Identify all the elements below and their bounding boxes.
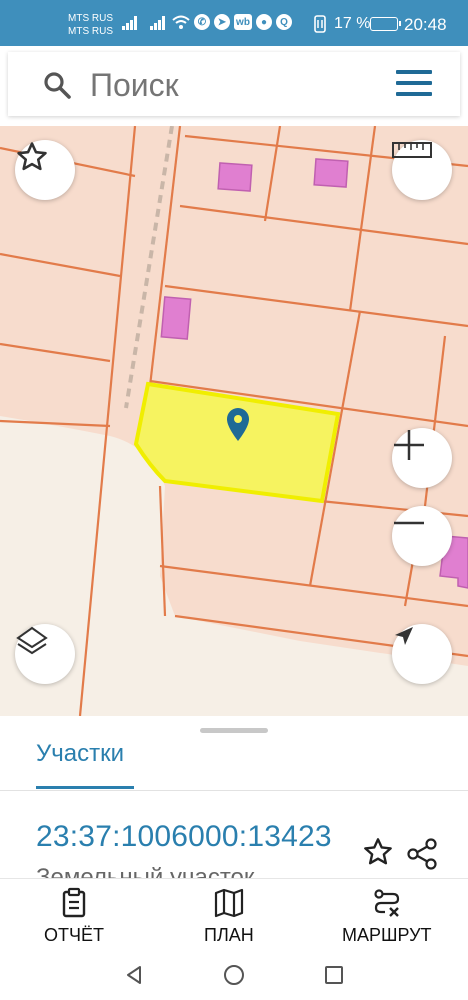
route-icon bbox=[374, 889, 399, 917]
minus-icon bbox=[394, 521, 424, 525]
zoom-out-button[interactable] bbox=[392, 506, 452, 566]
recents-icon[interactable] bbox=[322, 963, 346, 987]
bottom-navigation: ОТЧЁТ ПЛАН МАРШРУТ bbox=[0, 878, 468, 950]
sheet-drag-handle[interactable] bbox=[200, 728, 268, 733]
search-icon[interactable] bbox=[42, 70, 72, 100]
home-icon[interactable] bbox=[222, 963, 246, 987]
share-icon[interactable] bbox=[404, 836, 440, 872]
vibrate-icon bbox=[314, 15, 326, 33]
layers-button[interactable] bbox=[15, 624, 75, 684]
tab-underline bbox=[36, 786, 134, 789]
nav-route[interactable]: МАРШРУТ bbox=[342, 887, 432, 946]
tab-parcels[interactable]: Участки bbox=[36, 740, 124, 768]
ruler-icon bbox=[392, 142, 432, 158]
favorite-star-icon[interactable] bbox=[362, 836, 394, 868]
battery-percent: 17 % bbox=[334, 15, 371, 32]
layers-icon bbox=[16, 626, 48, 655]
ruler-button[interactable] bbox=[392, 140, 452, 200]
divider bbox=[0, 790, 468, 791]
clipboard-icon bbox=[62, 887, 86, 918]
signal-icon bbox=[150, 16, 165, 30]
telegram-icon: ➤ bbox=[214, 14, 230, 30]
map-icon bbox=[214, 888, 243, 918]
navigation-arrow-icon bbox=[395, 627, 413, 645]
dashed-path bbox=[124, 126, 174, 409]
signal-icon bbox=[122, 16, 137, 30]
favorites-button[interactable] bbox=[15, 140, 75, 200]
search-input[interactable] bbox=[90, 66, 370, 104]
star-icon bbox=[17, 142, 47, 171]
search-app-icon: Q bbox=[276, 14, 292, 30]
nav-report-label: ОТЧЁТ bbox=[44, 925, 105, 945]
menu-icon bbox=[396, 70, 432, 74]
clock: 20:48 bbox=[404, 15, 447, 34]
carrier-info: MTS RUS MTS RUS bbox=[68, 12, 113, 38]
battery-icon bbox=[370, 17, 401, 31]
menu-button[interactable] bbox=[396, 70, 432, 98]
cadastral-number[interactable]: 23:37:1006000:13423 bbox=[36, 820, 332, 854]
nav-plan[interactable]: ПЛАН bbox=[204, 887, 254, 946]
map-view[interactable] bbox=[0, 126, 468, 716]
wifi-icon bbox=[172, 15, 190, 29]
nav-report[interactable]: ОТЧЁТ bbox=[44, 887, 104, 946]
back-icon[interactable] bbox=[122, 963, 146, 987]
plus-icon bbox=[394, 430, 424, 460]
parcel-sheet[interactable]: Участки 23:37:1006000:13423 Земельный уч… bbox=[0, 716, 468, 878]
carrier-2: MTS RUS bbox=[68, 26, 113, 37]
wb-icon: wb bbox=[234, 14, 252, 30]
system-navigation bbox=[0, 950, 468, 1000]
bulb-icon: ● bbox=[256, 14, 272, 30]
building bbox=[313, 158, 349, 188]
status-bar: MTS RUS MTS RUS ✆ ➤ wb ● Q 17 % 20:48 bbox=[0, 0, 468, 46]
carrier-1: MTS RUS bbox=[68, 13, 113, 24]
building bbox=[160, 296, 192, 340]
selected-parcel bbox=[133, 381, 341, 504]
whatsapp-icon: ✆ bbox=[194, 14, 210, 30]
parcel-type: Земельный участок bbox=[36, 864, 255, 878]
building bbox=[217, 162, 253, 192]
locate-button[interactable] bbox=[392, 624, 452, 684]
nav-route-label: МАРШРУТ bbox=[342, 925, 432, 945]
nav-plan-label: ПЛАН bbox=[204, 925, 254, 945]
search-bar bbox=[8, 52, 460, 116]
zoom-in-button[interactable] bbox=[392, 428, 452, 488]
